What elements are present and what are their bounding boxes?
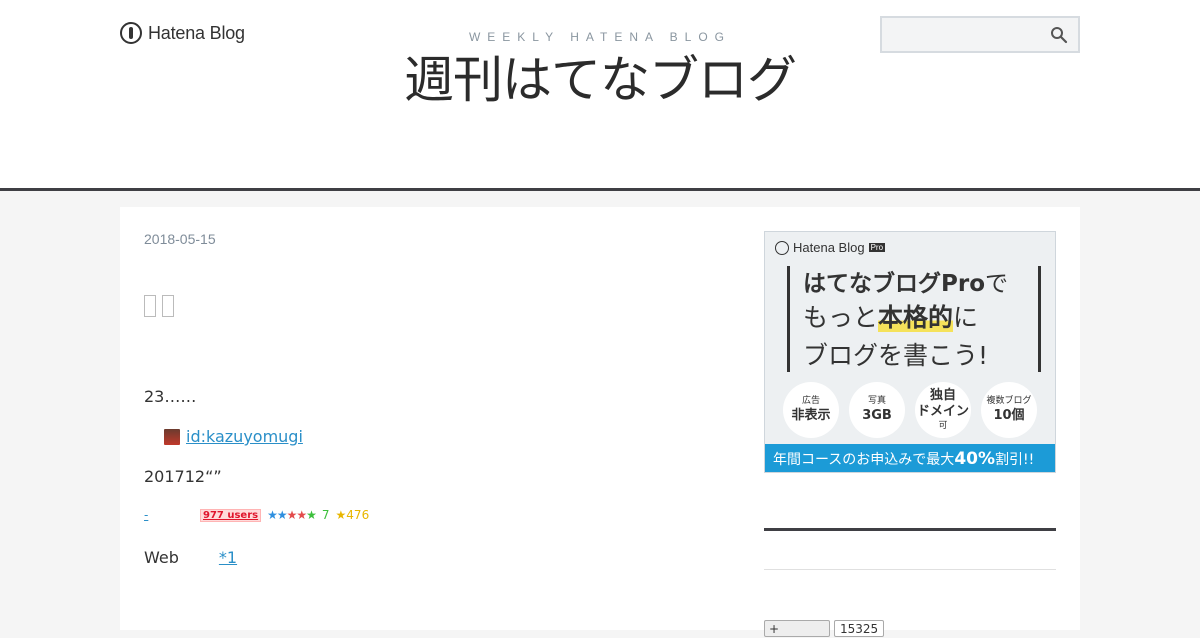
feature-bottom: 10個 [993, 407, 1025, 423]
ad-headline-2-bold: 本格的 [878, 303, 954, 332]
ad-feature: 独自 ドメイン可 [915, 382, 971, 438]
ad-headline-2-post: に [953, 303, 979, 332]
ad-headline-2: もっと本格的に [803, 298, 978, 334]
feature-top: 写真 [867, 396, 886, 407]
bookmark-line: - 977 users ★★★★★ 7 ★476 [144, 508, 369, 522]
feature-top: 独自 [929, 388, 956, 404]
yellow-star-count: ★476 [335, 508, 370, 522]
feature-sub: 可 [938, 420, 948, 431]
paragraph: 23…… [144, 387, 197, 406]
author-avatar [164, 428, 180, 445]
missing-glyph [144, 295, 156, 317]
entry-date[interactable]: 2018-05-15 [144, 231, 216, 247]
ad-headline-3: ブログを書こう! [803, 341, 989, 370]
bookmark-users-badge[interactable]: 977 users [200, 508, 262, 522]
paragraph: 201712“” [144, 467, 222, 486]
ad-headline-1-rest: で [985, 271, 1009, 297]
yellow-star-value: 476 [346, 508, 370, 522]
paragraph: Web *1 [144, 548, 237, 567]
feature-bottom: ドメイン [916, 404, 969, 420]
ad-headline-1-bold: はてなブログPro [803, 271, 986, 297]
subscribe-widget: + 15325 [764, 620, 885, 637]
author-line: id:kazuyomugi [164, 427, 303, 446]
feature-top: 複数ブログ [986, 396, 1032, 407]
ad-feature-list: 広告 非表示 写真 3GB 独自 ドメイン可 複数ブログ 10個 [783, 382, 1037, 438]
author-link[interactable]: id:kazuyomugi [186, 427, 303, 446]
green-star-count: 7 [321, 508, 330, 522]
footnote-link[interactable]: *1 [219, 548, 237, 567]
ad-headline-1: はてなブログProで [803, 264, 1008, 298]
ad-logo-text: Hatena Blog [793, 240, 865, 255]
pro-badge: Pro [868, 243, 886, 252]
ad-banner-post: 割引!! [995, 452, 1035, 468]
ad-banner: 年間コースのお申込みで最大40%割引!! [765, 444, 1055, 472]
feature-top: 広告 [801, 396, 820, 407]
feature-bottom: 非表示 [791, 407, 831, 423]
paragraph-text: Web [144, 548, 179, 567]
sidebar-divider [764, 528, 1056, 531]
ad-banner-pre: 年間コースのお申込みで最大 [773, 452, 955, 468]
hatena-blog-pro-ad[interactable]: Hatena Blog Pro はてなブログProで もっと本格的に ブログを書… [764, 231, 1056, 473]
ad-feature: 写真 3GB [849, 382, 905, 438]
ad-banner-bold: 40% [954, 449, 996, 469]
entry-link[interactable]: - [144, 508, 194, 522]
blog-header: Hatena Blog WEEKLY HATENA BLOG 週刊はてなブログ [0, 0, 1200, 191]
subscribe-button[interactable]: + [764, 620, 830, 637]
star-icon: ★★★★★ [267, 508, 317, 522]
ad-logo: Hatena Blog Pro [775, 240, 886, 255]
ad-headline-2-pre: もっと [803, 303, 879, 332]
ad-feature: 複数ブログ 10個 [981, 382, 1037, 438]
ad-feature: 広告 非表示 [783, 382, 839, 438]
subscriber-count: 15325 [834, 620, 885, 637]
missing-glyph [162, 295, 174, 317]
search-input[interactable] [888, 24, 1042, 46]
sidebar-divider-thin [764, 569, 1056, 570]
hatena-logo-icon [775, 240, 789, 255]
search-box[interactable] [880, 16, 1080, 53]
search-icon[interactable] [1050, 26, 1068, 44]
content-container: 2018-05-15 23…… id:kazuyomugi 201712“” -… [120, 207, 1080, 637]
entry-title[interactable] [144, 295, 174, 317]
feature-bottom: 3GB [862, 407, 892, 423]
